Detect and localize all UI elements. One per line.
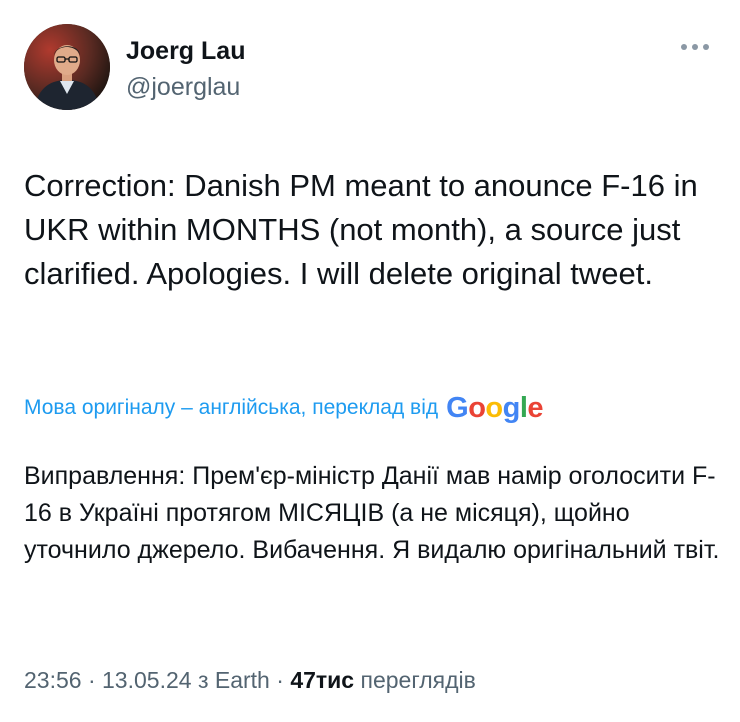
author-name[interactable]: Joerg Lau bbox=[126, 36, 245, 66]
translated-text: Виправлення: Прем'єр-міністр Данії мав н… bbox=[24, 462, 720, 564]
google-logo-letter: o bbox=[485, 392, 503, 424]
author-handle[interactable]: @joerglau bbox=[126, 72, 240, 102]
translation-attribution: Мова оригіналу – англійська, переклад ві… bbox=[24, 392, 544, 424]
google-logo-letter: G bbox=[446, 392, 469, 424]
views-count[interactable]: 47тис bbox=[290, 667, 354, 693]
google-logo: Google bbox=[446, 392, 543, 424]
views-label: переглядів bbox=[360, 667, 476, 693]
separator: · bbox=[276, 667, 284, 693]
dot bbox=[681, 44, 687, 50]
tweet-text: Correction: Danish PM meant to anounce F… bbox=[24, 168, 698, 291]
tweet-meta: 23:56 · 13.05.24 з Earth · 47тис перегля… bbox=[24, 664, 476, 696]
google-logo-letter: e bbox=[527, 392, 544, 424]
dot bbox=[692, 44, 698, 50]
tweet-source: з Earth bbox=[197, 667, 270, 693]
separator: · bbox=[87, 667, 96, 693]
tweet-date[interactable]: 13.05.24 bbox=[102, 667, 192, 693]
google-logo-letter: o bbox=[468, 392, 486, 424]
avatar-photo bbox=[24, 24, 110, 110]
avatar[interactable] bbox=[24, 24, 110, 110]
dot bbox=[703, 44, 709, 50]
google-logo-letter: g bbox=[502, 392, 521, 424]
tweet-time[interactable]: 23:56 bbox=[24, 667, 82, 693]
translation-label[interactable]: Мова оригіналу – англійська, переклад ві… bbox=[24, 392, 438, 424]
more-horizontal-icon[interactable] bbox=[681, 44, 709, 50]
